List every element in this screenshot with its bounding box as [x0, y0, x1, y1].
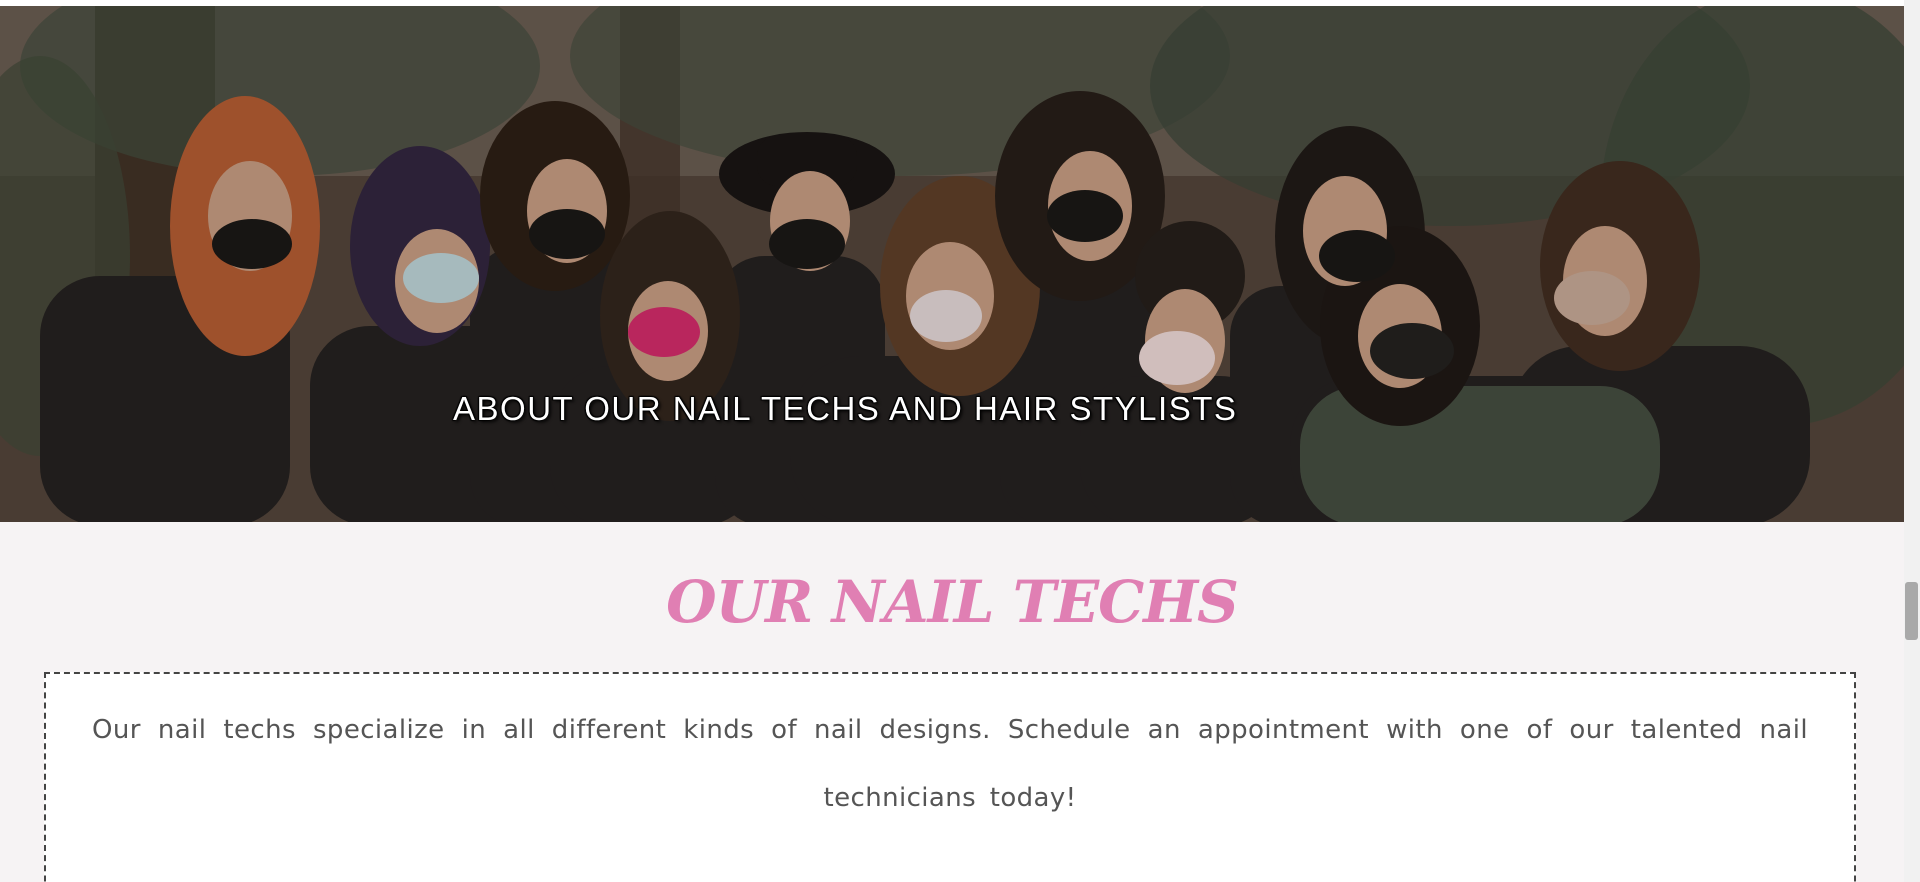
team-photo-image [0, 6, 1904, 522]
section-body-text: Our nail techs specialize in all differe… [92, 715, 1808, 813]
hero-title: ABOUT OUR NAIL TECHS AND HAIR STYLISTS [453, 390, 1238, 427]
hero-banner: ABOUT OUR NAIL TECHS AND HAIR STYLISTS [0, 6, 1904, 522]
content-box: Our nail techs specialize in all differe… [44, 672, 1856, 882]
section-title: OUR NAIL TECHS [666, 568, 1239, 636]
scrollbar-track[interactable] [1904, 0, 1920, 882]
page: ABOUT OUR NAIL TECHS AND HAIR STYLISTS O… [0, 0, 1920, 882]
scrollbar-thumb[interactable] [1905, 582, 1918, 640]
